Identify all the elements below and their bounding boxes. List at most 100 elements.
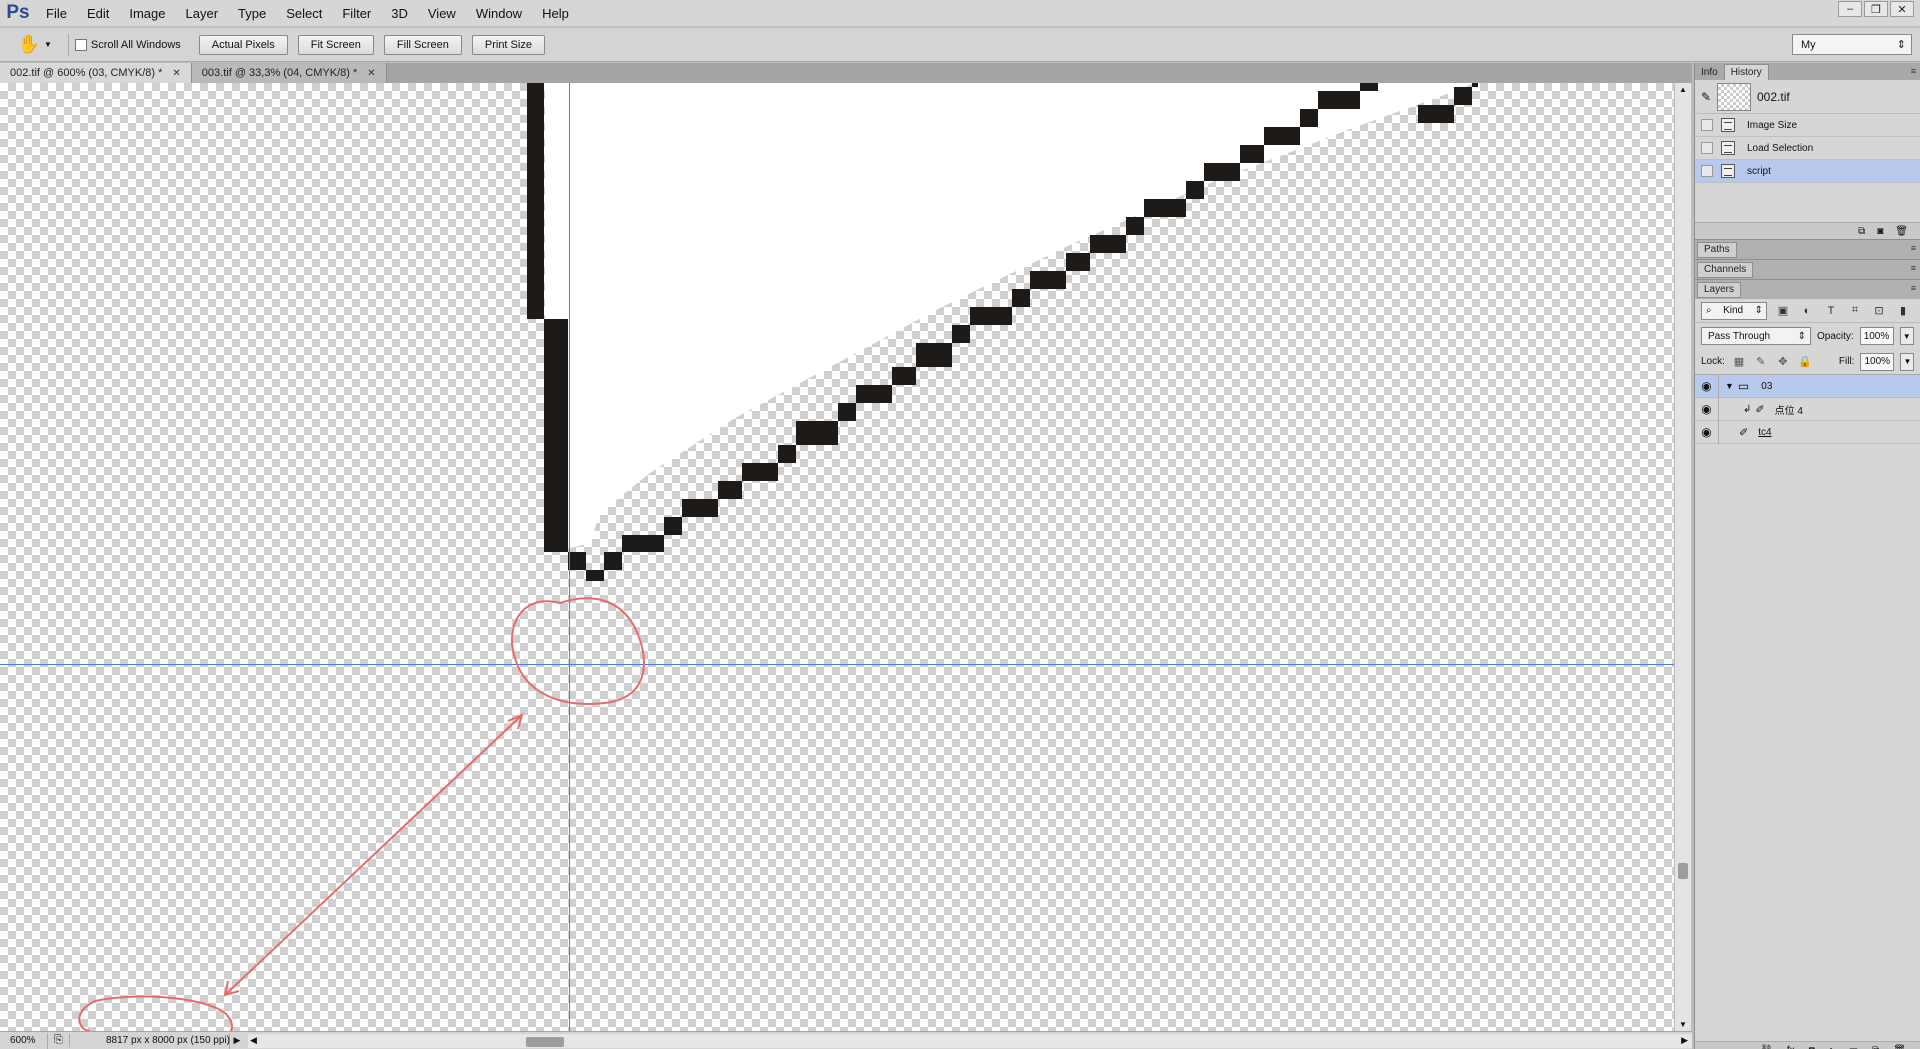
camera-icon[interactable]: ◙ bbox=[1877, 226, 1883, 237]
lock-fill-row: Lock: ▦ ✎ ✥ 🔒 Fill: 100% ▼ bbox=[1695, 349, 1920, 375]
scroll-thumb[interactable] bbox=[1678, 863, 1688, 879]
close-button[interactable]: ✕ bbox=[1890, 1, 1914, 17]
close-tab-icon[interactable]: ✕ bbox=[172, 68, 180, 79]
group-expand-icon[interactable]: ▼ bbox=[1725, 381, 1734, 391]
menu-type[interactable]: Type bbox=[228, 0, 276, 27]
history-step-icon bbox=[1721, 164, 1735, 178]
history-snapshot[interactable]: ✎ 002.tif bbox=[1695, 80, 1920, 114]
scroll-thumb[interactable] bbox=[526, 1036, 564, 1047]
scroll-right-icon[interactable]: ▶ bbox=[1681, 1035, 1688, 1046]
fit-screen-button[interactable]: Fit Screen bbox=[297, 34, 374, 55]
tab-003-tif[interactable]: 003.tif @ 33,3% (04, CMYK/8) * ✕ bbox=[191, 63, 387, 83]
scroll-all-windows-checkbox[interactable]: Scroll All Windows bbox=[74, 38, 181, 51]
vertical-scrollbar[interactable]: ▲ ▼ bbox=[1674, 83, 1691, 1031]
menu-image[interactable]: Image bbox=[119, 0, 175, 27]
checkbox-box[interactable] bbox=[74, 38, 87, 51]
new-layer-icon[interactable]: ⧉ bbox=[1872, 1045, 1879, 1049]
history-source-box[interactable] bbox=[1701, 165, 1713, 177]
adjustment-layer-icon[interactable]: ◐ bbox=[1829, 1045, 1835, 1049]
history-brush-icon[interactable]: ✎ bbox=[1695, 90, 1717, 104]
trash-icon[interactable]: 🗑 bbox=[1893, 1045, 1906, 1049]
panel-dock: Info History ≡ ✎ 002.tif Image Size Load… bbox=[1694, 63, 1920, 1049]
layer-row-group-03[interactable]: ◉ ▼ ▭ 03 bbox=[1695, 374, 1920, 398]
blend-mode-select[interactable]: Pass Through ⇕ bbox=[1701, 327, 1811, 345]
select-arrows-icon: ⇕ bbox=[1754, 305, 1763, 316]
print-size-button[interactable]: Print Size bbox=[471, 34, 545, 55]
scroll-up-icon[interactable]: ▲ bbox=[1679, 85, 1687, 94]
menu-select[interactable]: Select bbox=[276, 0, 332, 27]
panel-menu-icon[interactable]: ≡ bbox=[1911, 243, 1916, 253]
menu-file[interactable]: File bbox=[36, 0, 77, 27]
lock-all-icon[interactable]: 🔒 bbox=[1797, 355, 1813, 368]
visibility-eye-icon[interactable]: ◉ bbox=[1695, 420, 1719, 444]
opacity-label: Opacity: bbox=[1817, 330, 1854, 342]
close-tab-icon[interactable]: ✕ bbox=[367, 68, 375, 79]
tool-preset-dropdown-icon[interactable]: ▼ bbox=[44, 40, 52, 49]
scroll-down-icon[interactable]: ▼ bbox=[1679, 1020, 1687, 1029]
new-document-from-state-icon[interactable]: ⧉ bbox=[1858, 226, 1865, 237]
pixel-filter-icon[interactable]: ▣ bbox=[1775, 303, 1791, 319]
annotation-circle-top bbox=[511, 597, 645, 705]
lock-transparent-icon[interactable]: ▦ bbox=[1731, 355, 1747, 368]
menu-layer[interactable]: Layer bbox=[176, 0, 229, 27]
tab-paths[interactable]: Paths bbox=[1697, 241, 1737, 258]
tab-layers[interactable]: Layers bbox=[1697, 281, 1742, 298]
tab-info[interactable]: Info bbox=[1695, 64, 1724, 80]
link-layers-icon[interactable]: ⛓ bbox=[1760, 1045, 1773, 1049]
smart-object-filter-icon[interactable]: ⊡ bbox=[1871, 303, 1887, 319]
menu-window[interactable]: Window bbox=[466, 0, 532, 27]
layer-name: 03 bbox=[1761, 380, 1773, 392]
select-arrows-icon: ⇕ bbox=[1896, 39, 1906, 51]
trash-icon[interactable]: 🗑 bbox=[1895, 226, 1908, 237]
panel-menu-icon[interactable]: ≡ bbox=[1911, 66, 1916, 76]
minimize-button[interactable]: – bbox=[1838, 1, 1862, 17]
menu-view[interactable]: View bbox=[418, 0, 466, 27]
scroll-left-icon[interactable]: ◀ bbox=[250, 1035, 257, 1046]
panel-menu-icon[interactable]: ≡ bbox=[1911, 283, 1916, 293]
visibility-eye-icon[interactable]: ◉ bbox=[1695, 397, 1719, 421]
select-arrows-icon: ⇕ bbox=[1797, 330, 1806, 342]
opacity-dropdown-icon[interactable]: ▼ bbox=[1899, 327, 1914, 345]
history-source-box[interactable] bbox=[1701, 119, 1713, 131]
layer-row-clipped[interactable]: ◉ ↲ ✐ 点位 4 bbox=[1695, 397, 1920, 421]
lock-position-icon[interactable]: ✥ bbox=[1775, 355, 1791, 368]
menu-help[interactable]: Help bbox=[532, 0, 579, 27]
lock-image-icon[interactable]: ✎ bbox=[1753, 355, 1769, 368]
adjustment-filter-icon[interactable]: ◐ bbox=[1799, 303, 1815, 319]
history-step-image-size[interactable]: Image Size bbox=[1695, 114, 1920, 137]
status-menu-arrow-icon[interactable]: ▶ bbox=[230, 1035, 244, 1046]
layer-mask-icon[interactable]: ◙ bbox=[1809, 1045, 1815, 1049]
type-filter-icon[interactable]: T bbox=[1823, 303, 1839, 319]
export-icon[interactable]: ⎘ bbox=[48, 1034, 70, 1047]
fill-dropdown-icon[interactable]: ▼ bbox=[1900, 352, 1915, 371]
tab-002-tif[interactable]: 002.tif @ 600% (03, CMYK/8) * ✕ bbox=[0, 63, 192, 83]
tab-history[interactable]: History bbox=[1723, 64, 1769, 80]
hand-tool-icon[interactable]: ✋ bbox=[18, 34, 40, 56]
horizontal-scrollbar[interactable]: ◀ ▶ bbox=[248, 1033, 1692, 1048]
restore-button[interactable]: ❐ bbox=[1864, 1, 1888, 17]
document-info: 8817 px x 8000 px (150 ppi) bbox=[70, 1032, 230, 1049]
filter-toggle-icon[interactable]: ▮ bbox=[1895, 303, 1911, 319]
menu-3d[interactable]: 3D bbox=[381, 0, 418, 27]
history-step-load-selection[interactable]: Load Selection bbox=[1695, 137, 1920, 160]
separator bbox=[67, 33, 69, 56]
menu-edit[interactable]: Edit bbox=[77, 0, 119, 27]
menu-filter[interactable]: Filter bbox=[332, 0, 381, 27]
layer-row-tc4[interactable]: ◉ ✐ tc4 bbox=[1695, 420, 1920, 444]
visibility-eye-icon[interactable]: ◉ bbox=[1695, 374, 1719, 398]
layer-style-icon[interactable]: fx bbox=[1787, 1045, 1795, 1049]
document-canvas[interactable] bbox=[0, 83, 1674, 1031]
panel-menu-icon[interactable]: ≡ bbox=[1911, 263, 1916, 273]
tab-channels[interactable]: Channels bbox=[1697, 261, 1754, 278]
zoom-level-field[interactable]: 600% bbox=[0, 1032, 48, 1049]
opacity-field[interactable]: 100% bbox=[1859, 327, 1894, 345]
shape-filter-icon[interactable]: ⌗ bbox=[1847, 303, 1863, 319]
filter-kind-select[interactable]: ⌕ Kind ⇕ bbox=[1701, 301, 1767, 320]
fill-screen-button[interactable]: Fill Screen bbox=[383, 34, 462, 55]
workspace-select[interactable]: My ⇕ bbox=[1792, 34, 1912, 55]
fill-field[interactable]: 100% bbox=[1860, 352, 1895, 371]
history-step-script[interactable]: script bbox=[1695, 160, 1920, 183]
new-group-icon[interactable]: ▭ bbox=[1849, 1045, 1858, 1049]
actual-pixels-button[interactable]: Actual Pixels bbox=[198, 34, 288, 55]
history-source-box[interactable] bbox=[1701, 142, 1713, 154]
